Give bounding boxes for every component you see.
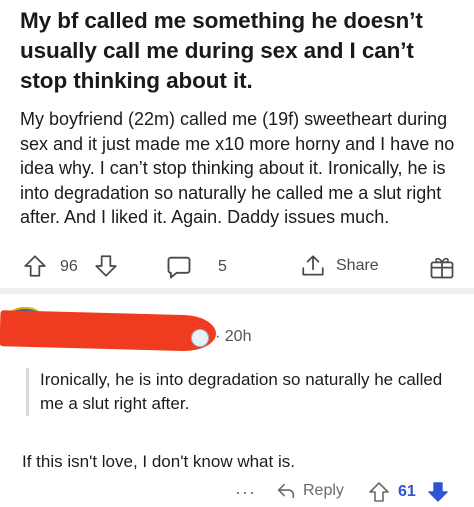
comment-text: If this isn't love, I don't know what is…: [22, 452, 295, 471]
user-badge-icon: [191, 329, 209, 347]
arrow-down-outline-icon: [95, 255, 117, 277]
more-options-button[interactable]: ···: [235, 482, 256, 503]
upvote-button[interactable]: [22, 253, 48, 279]
speech-bubble-icon: [167, 256, 191, 279]
redaction-mark: [0, 310, 217, 352]
arrow-down-filled-icon: [428, 482, 448, 502]
post-title: My bf called me something he doesn’t usu…: [20, 8, 423, 93]
downvote-button[interactable]: [93, 253, 119, 279]
gift-box-icon: [430, 257, 454, 279]
quote-bar: [26, 368, 29, 416]
post-action-bar: 96 5 Share: [0, 249, 474, 285]
share-upload-icon: [302, 255, 324, 276]
reply-label: Reply: [303, 482, 344, 499]
quoted-text: Ironically, he is into degradation so na…: [40, 370, 443, 413]
comment-button[interactable]: [165, 253, 193, 281]
comment-timestamp: · 20h: [215, 328, 252, 345]
comment-count: 5: [218, 258, 227, 275]
reply-button[interactable]: Reply: [275, 480, 344, 502]
share-button[interactable]: Share: [300, 253, 379, 279]
reply-arrow-icon: [277, 483, 295, 499]
arrow-up-outline-icon: [24, 255, 46, 277]
comment-upvote-button[interactable]: [367, 480, 391, 507]
comment-vote-count: 61: [398, 483, 416, 500]
post-body: My boyfriend (22m) called me (19f) sweet…: [20, 109, 455, 228]
section-divider: [0, 288, 474, 294]
post-vote-count: 96: [60, 258, 78, 275]
arrow-up-outline-icon: [369, 482, 389, 502]
award-button[interactable]: [428, 253, 456, 281]
comment-action-bar: ··· Reply 61: [0, 476, 474, 506]
share-label: Share: [336, 257, 379, 274]
comment-downvote-button[interactable]: [426, 480, 450, 507]
